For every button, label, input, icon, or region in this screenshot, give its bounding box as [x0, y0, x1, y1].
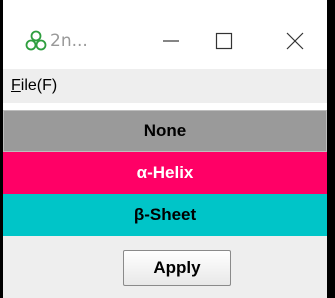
- apply-button[interactable]: Apply: [123, 250, 231, 286]
- option-beta-sheet-button[interactable]: β-Sheet: [3, 194, 327, 236]
- title-bar[interactable]: 2n...: [3, 0, 327, 68]
- menu-file-label: ile(F): [20, 77, 58, 94]
- minimize-icon: [163, 40, 179, 42]
- window-title: 2n...: [50, 31, 88, 51]
- option-alpha-helix-button[interactable]: α-Helix: [3, 152, 327, 194]
- button-panel: Apply: [3, 236, 327, 298]
- option-none-button[interactable]: None: [3, 110, 327, 152]
- maximize-icon: [215, 32, 233, 50]
- maximize-button[interactable]: [204, 26, 244, 56]
- menu-file[interactable]: File(F): [11, 77, 57, 95]
- menu-bar: File(F): [3, 69, 327, 103]
- close-icon: [286, 32, 304, 50]
- menu-file-mnemonic: F: [11, 77, 21, 94]
- close-button[interactable]: [275, 26, 315, 56]
- minimize-button[interactable]: [151, 26, 191, 56]
- app-window: 2n... File(F) None α-Helix β-Sheet Apply: [0, 0, 327, 298]
- clover-icon: [25, 30, 47, 52]
